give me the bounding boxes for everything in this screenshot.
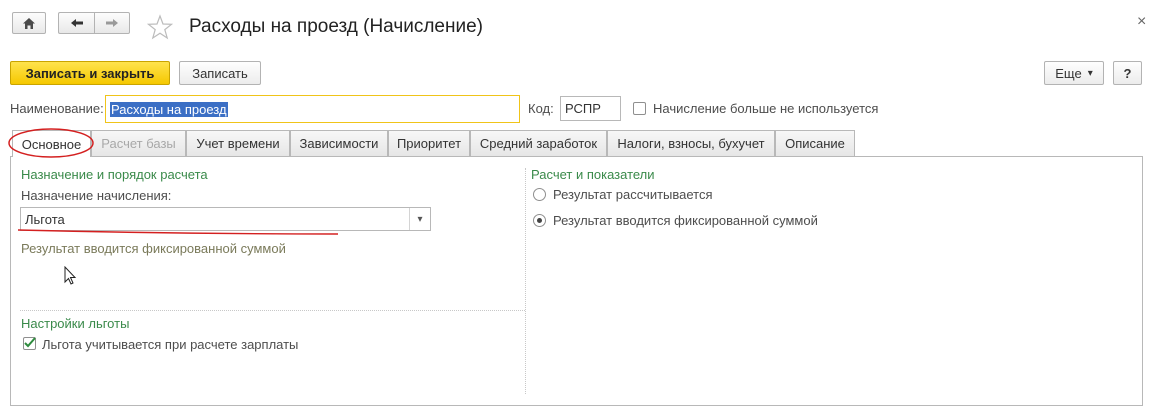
tab-base-calculation[interactable]: Расчет базы xyxy=(91,130,186,156)
results-section-title: Расчет и показатели xyxy=(531,167,655,182)
name-label: Наименование: xyxy=(10,101,104,116)
purpose-hint: Результат вводится фиксированной суммой xyxy=(21,241,286,256)
code-label: Код: xyxy=(528,101,554,116)
home-icon xyxy=(23,17,35,29)
dropdown-arrow-icon[interactable]: ▾ xyxy=(409,208,430,230)
tab-priority[interactable]: Приоритет xyxy=(388,130,470,156)
more-button[interactable]: Еще ▾ xyxy=(1044,61,1104,85)
name-input-value: Расходы на проезд xyxy=(110,101,228,117)
benefit-checkbox[interactable] xyxy=(23,337,36,350)
purpose-label: Назначение начисления: xyxy=(21,188,172,203)
favorite-star-icon[interactable] xyxy=(146,14,174,40)
more-button-label: Еще xyxy=(1055,65,1082,81)
column-divider xyxy=(525,168,526,394)
purpose-section-title: Назначение и порядок расчета xyxy=(21,167,208,182)
benefit-section-title: Настройки льготы xyxy=(21,316,130,331)
mouse-cursor-icon xyxy=(64,266,77,285)
radio-fixed-label: Результат вводится фиксированной суммой xyxy=(553,213,818,228)
tab-average-earnings[interactable]: Средний заработок xyxy=(470,130,607,156)
back-button[interactable] xyxy=(58,12,94,34)
tab-description[interactable]: Описание xyxy=(775,130,855,156)
benefit-checkbox-label: Льгота учитывается при расчете зарплаты xyxy=(42,337,299,352)
tab-time-accounting[interactable]: Учет времени xyxy=(186,130,290,156)
tab-taxes[interactable]: Налоги, взносы, бухучет xyxy=(607,130,775,156)
unused-checkbox[interactable] xyxy=(633,102,646,115)
checkmark-icon xyxy=(24,337,36,348)
home-button[interactable] xyxy=(12,12,46,34)
name-input[interactable]: Расходы на проезд xyxy=(105,95,520,123)
code-input[interactable]: РСПР xyxy=(560,96,621,121)
arrow-right-icon xyxy=(106,19,118,27)
save-button[interactable]: Записать xyxy=(179,61,261,85)
window-title: Расходы на проезд (Начисление) xyxy=(189,16,483,37)
unused-checkbox-label: Начисление больше не используется xyxy=(653,101,879,116)
tab-dependencies[interactable]: Зависимости xyxy=(290,130,388,156)
radio-calculated-label: Результат рассчитывается xyxy=(553,187,713,202)
forward-button[interactable] xyxy=(94,12,130,34)
help-button[interactable]: ? xyxy=(1113,61,1142,85)
close-icon[interactable]: × xyxy=(1137,13,1146,31)
save-and-close-button[interactable]: Записать и закрыть xyxy=(10,61,170,85)
radio-calculated[interactable] xyxy=(533,188,546,201)
arrow-left-icon xyxy=(70,19,83,27)
chevron-down-icon: ▾ xyxy=(1087,67,1093,79)
tab-main[interactable]: Основное xyxy=(12,130,91,157)
radio-fixed[interactable] xyxy=(533,214,546,227)
section-divider xyxy=(20,310,525,311)
radio-selected-dot xyxy=(537,218,542,223)
purpose-select[interactable]: Льгота ▾ xyxy=(20,207,431,231)
purpose-select-value: Льгота xyxy=(25,211,65,227)
